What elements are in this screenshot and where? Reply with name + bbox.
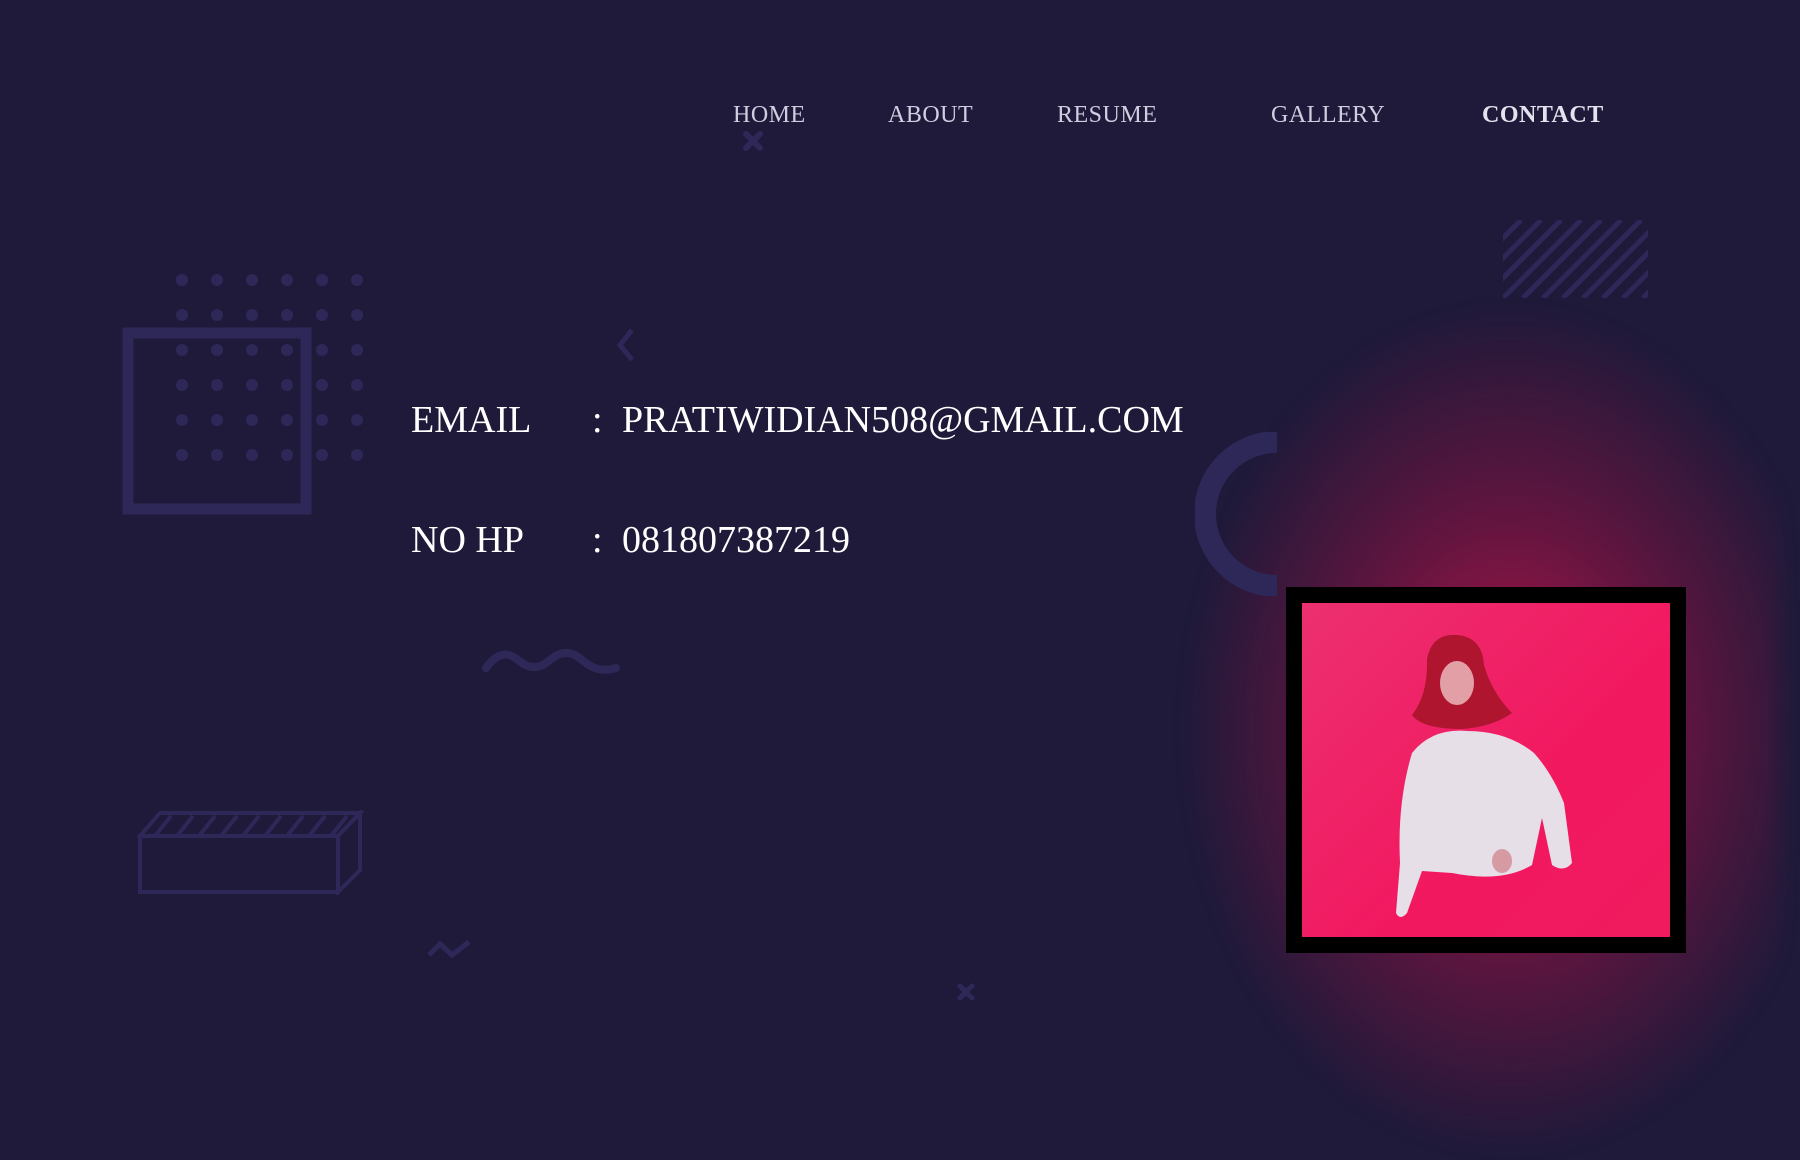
- decorative-striped-rectangle: [1503, 220, 1648, 298]
- phone-label: NO HP: [411, 519, 524, 561]
- profile-photo-frame: [1286, 587, 1686, 953]
- decorative-square-outline: [122, 327, 312, 515]
- nav-gallery[interactable]: GALLERY: [1271, 102, 1385, 129]
- decorative-x-mark: [957, 983, 975, 1001]
- main-navigation: HOME ABOUT RESUME GALLERY CONTACT: [0, 102, 1800, 142]
- profile-photo: [1302, 603, 1670, 937]
- phone-separator: :: [592, 519, 603, 561]
- nav-resume[interactable]: RESUME: [1057, 102, 1157, 129]
- email-label: EMAIL: [411, 399, 532, 441]
- person-figure-icon: [1396, 634, 1572, 917]
- nav-about[interactable]: ABOUT: [888, 102, 973, 129]
- email-separator: :: [592, 399, 603, 441]
- decorative-half-ring: [1195, 432, 1278, 596]
- decorative-box: [137, 810, 365, 895]
- phone-value[interactable]: 081807387219: [622, 518, 850, 562]
- decorative-zigzag: [427, 940, 471, 959]
- decorative-chevron: [616, 328, 634, 362]
- nav-home[interactable]: HOME: [733, 102, 806, 129]
- decorative-wave: [482, 649, 620, 674]
- nav-contact[interactable]: CONTACT: [1482, 102, 1604, 129]
- email-value[interactable]: PRATIWIDIAN508@GMAIL.COM: [622, 398, 1184, 442]
